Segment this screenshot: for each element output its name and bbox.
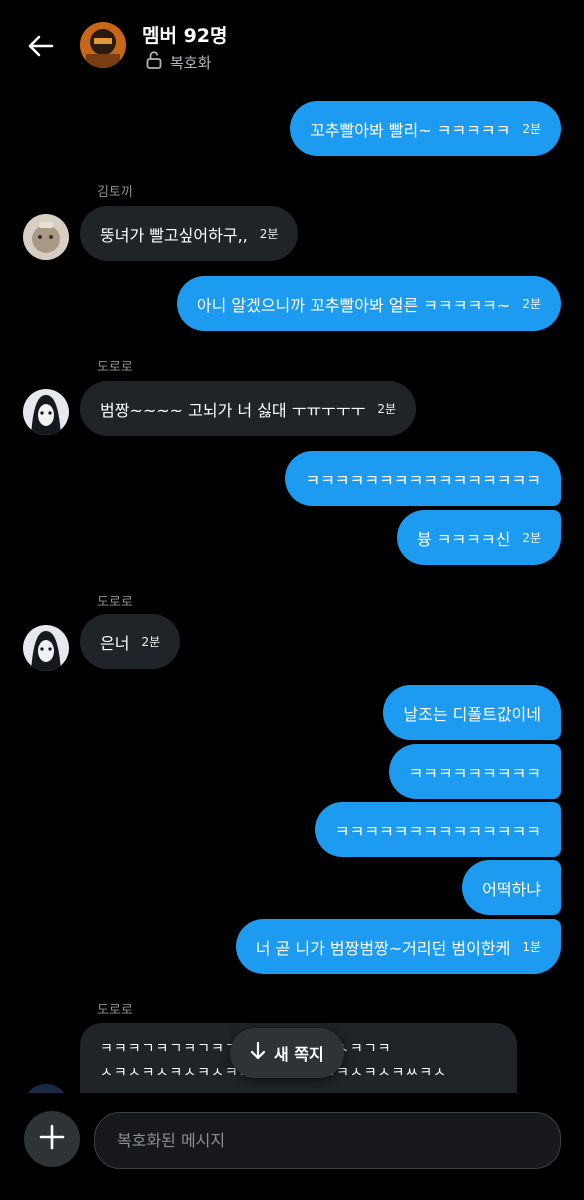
composer-bar <box>0 1093 584 1200</box>
message-time: 1분 <box>522 940 541 954</box>
message-time: 2분 <box>259 227 279 241</box>
sender-name: 도로로 <box>97 595 133 610</box>
message-list[interactable]: 꼬추빨아봐 빨리~ ㅋㅋㅋㅋㅋ 2분 김토끼 뚱녀가 빨고싶어하구,, 2분 아… <box>0 92 584 1093</box>
arrow-down-icon <box>250 1041 266 1064</box>
sender-name: 도로로 <box>97 1003 133 1018</box>
group-avatar[interactable] <box>80 22 126 68</box>
message-bubble[interactable]: 꼬추빨아봐 빨리~ ㅋㅋㅋㅋㅋ 2분 <box>290 101 561 156</box>
back-arrow-icon[interactable] <box>22 30 58 62</box>
message-bubble[interactable]: 날조는 디폴트값이네 <box>383 685 561 740</box>
conversation-title: 멤버 92명 <box>142 25 228 47</box>
message-bubble[interactable]: 아니 알겠으니까 꼬추빨아봐 얼른 ㅋㅋㅋㅋㅋ~ 2분 <box>176 276 561 331</box>
message-time: 2분 <box>377 402 397 416</box>
new-messages-button[interactable]: 새 쪽지 <box>230 1028 344 1078</box>
avatar[interactable] <box>23 625 69 671</box>
conversation-header: 멤버 92명 복호화 <box>0 0 584 92</box>
unlock-icon <box>146 51 162 73</box>
sender-name: 김토끼 <box>97 185 133 200</box>
message-bubble[interactable]: ㅋㅋㅋㅋㅋㅋㅋㅋㅋㅋㅋㅋㅋㅋ <box>314 802 561 857</box>
message-bubble[interactable]: ㅋㅋㅋㅋㅋㅋㅋㅋㅋㅋㅋㅋㅋㅋㅋㅋ <box>285 451 561 506</box>
message-bubble[interactable]: 어떡하냐 <box>462 860 561 915</box>
message-input[interactable] <box>94 1112 561 1169</box>
sender-name: 도로로 <box>97 360 133 375</box>
message-bubble[interactable]: ㅋㅋㅋㅋㅋㅋㅋㅋㅋ <box>388 744 561 799</box>
message-time: 2분 <box>522 297 541 311</box>
message-time: 2분 <box>141 635 161 649</box>
avatar[interactable] <box>23 389 69 435</box>
message-time: 2분 <box>522 122 541 136</box>
plus-icon <box>39 1124 65 1154</box>
message-bubble[interactable]: 뚱녀가 빨고싶어하구,, 2분 <box>80 206 299 261</box>
add-attachment-button[interactable] <box>24 1111 80 1167</box>
message-bubble[interactable]: 범짱~~~~ 고뇌가 너 싫대 ㅜㅠㅜㅜㅜ 2분 <box>80 381 417 436</box>
message-time: 2분 <box>522 531 541 545</box>
avatar[interactable] <box>23 1084 69 1093</box>
message-bubble[interactable]: 은너 2분 <box>80 614 181 669</box>
avatar[interactable] <box>23 214 69 260</box>
message-bubble[interactable]: 너 곧 니가 범짱범짱~거리던 범이한케 1분 <box>235 919 561 974</box>
encryption-status: 복호화 <box>146 51 211 73</box>
message-bubble[interactable]: 븅 ㅋㅋㅋㅋ신 2분 <box>396 510 561 565</box>
encryption-label: 복호화 <box>170 53 212 72</box>
